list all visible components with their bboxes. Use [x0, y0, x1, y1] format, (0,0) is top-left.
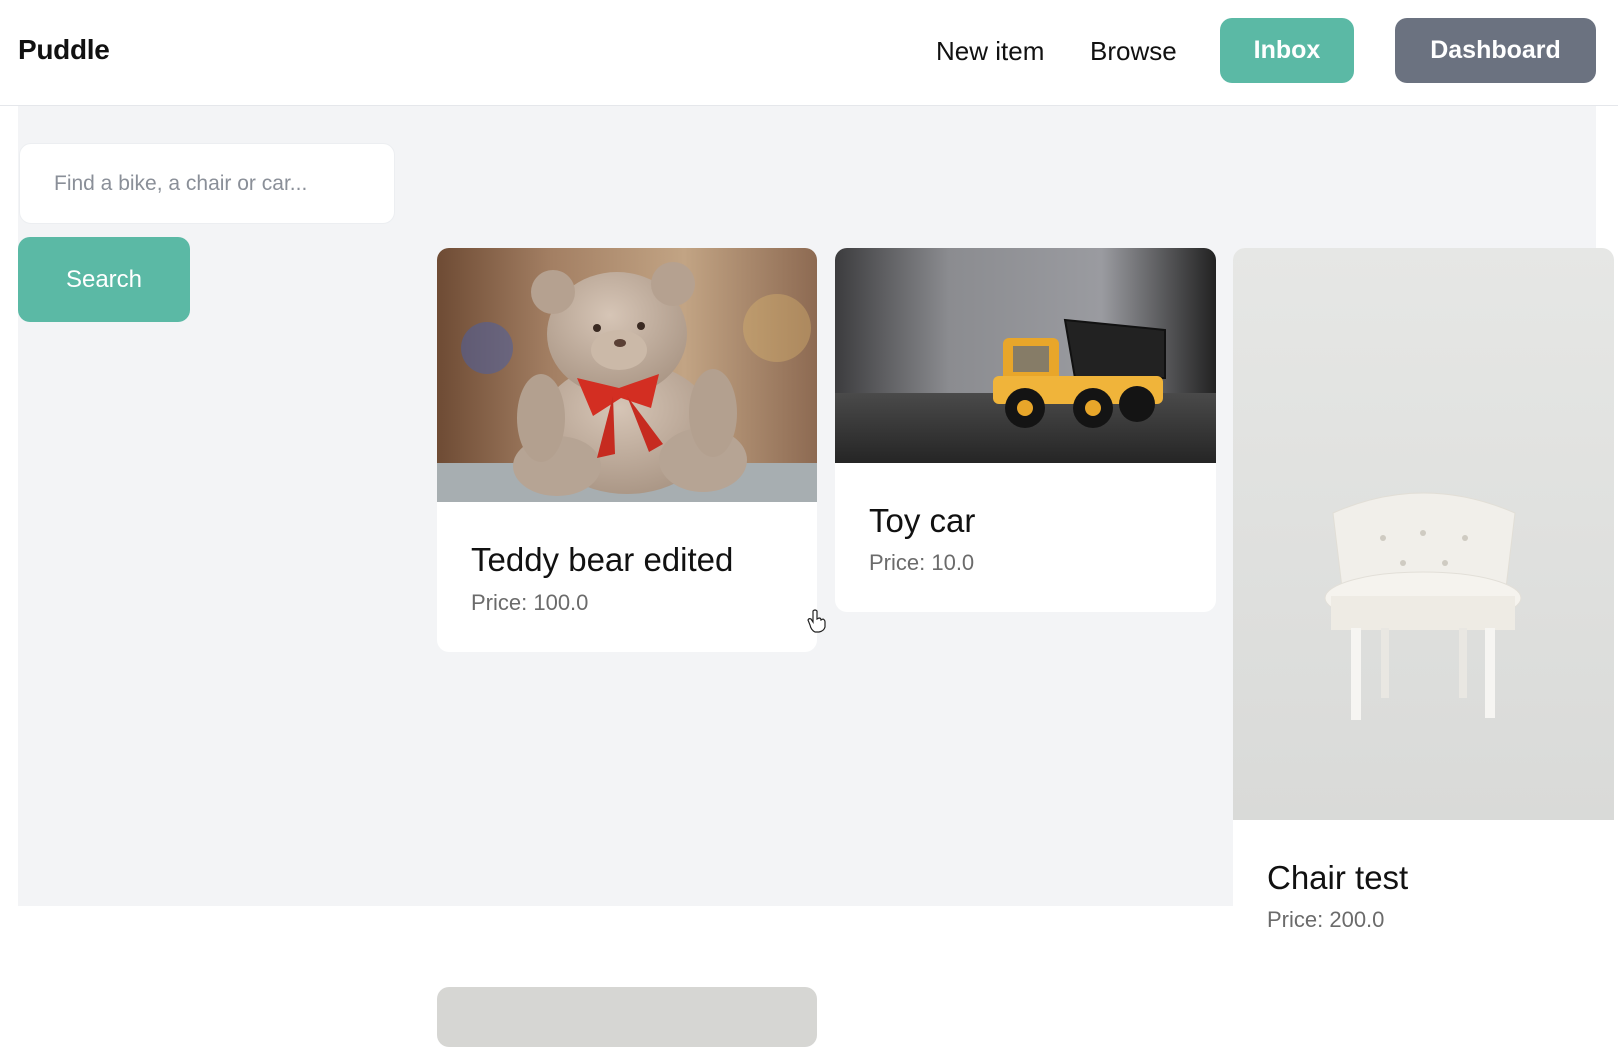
inbox-button[interactable]: Inbox — [1220, 18, 1354, 83]
top-navbar: Puddle New item Browse Inbox Dashboard — [0, 0, 1618, 106]
item-title: Teddy bear edited — [471, 541, 734, 578]
item-card-toy-car[interactable]: Toy car Price: 10.0 — [835, 248, 1216, 612]
search-button[interactable]: Search — [18, 237, 190, 322]
item-card-partial[interactable] — [437, 987, 817, 1047]
hand-cursor-icon — [807, 609, 826, 633]
item-card-teddy-bear[interactable]: Teddy bear edited Price: 100.0 — [437, 248, 817, 652]
item-price: Price: 10.0 — [869, 550, 975, 575]
nav-browse-link[interactable]: Browse — [1090, 36, 1177, 67]
nav-new-item-link[interactable]: New item — [936, 36, 1044, 67]
white-armchair-image — [1233, 248, 1614, 820]
brand-logo[interactable]: Puddle — [18, 34, 110, 66]
search-input[interactable] — [19, 143, 395, 224]
item-title: Chair test — [1267, 859, 1409, 896]
item-price: Price: 100.0 — [471, 590, 589, 615]
item-title: Toy car — [869, 502, 976, 539]
item-price: Price: 200.0 — [1267, 907, 1385, 932]
item-card-chair[interactable]: Chair test Price: 200.0 — [1233, 248, 1614, 969]
teddy-bear-image — [437, 248, 817, 502]
toy-truck-image — [835, 248, 1216, 463]
dashboard-button[interactable]: Dashboard — [1395, 18, 1596, 83]
items-content-area: Search — [18, 106, 1614, 1047]
